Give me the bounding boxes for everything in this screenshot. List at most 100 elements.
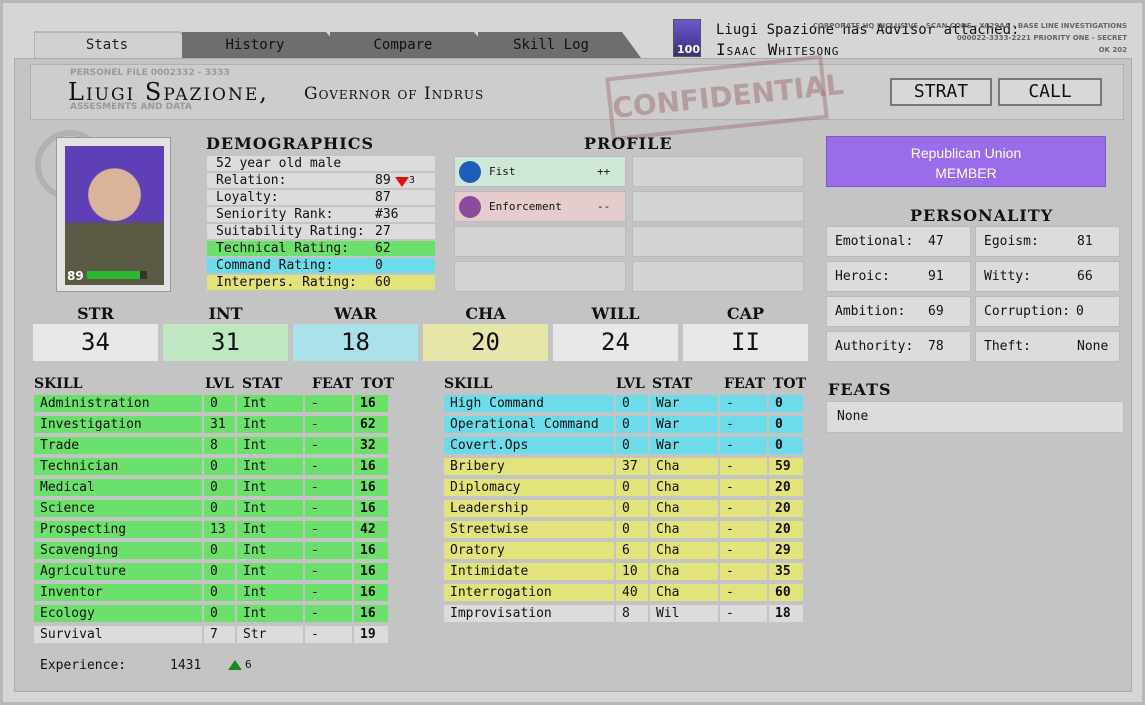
skill-stat-cell: Cha [650, 458, 718, 475]
faction-membership-badge[interactable]: Republican Union MEMBER [826, 136, 1106, 187]
feat-col-header: FEAT [312, 376, 354, 392]
tot-col-header: TOT [361, 376, 395, 392]
skill-skill-cell: Agriculture [34, 563, 202, 580]
personality-cell: Emotional: 47 [826, 226, 971, 257]
skill-feat-cell: - [720, 416, 767, 433]
tab-skill-log[interactable]: Skill Log [478, 30, 624, 60]
skill-lvl-cell: 13 [204, 521, 235, 538]
skill-lvl-cell: 0 [616, 437, 648, 454]
demographic-row: Command Rating: 0 [207, 258, 435, 273]
skill-skill-cell: Improvisation [444, 605, 614, 622]
stat-col-header: STAT [652, 376, 693, 392]
skill-lvl-cell: 7 [204, 626, 235, 643]
personality-value: 91 [928, 269, 944, 284]
skill-feat-cell: - [720, 458, 767, 475]
demographic-label: Loyalty: [216, 190, 279, 205]
skill-stat-cell: Int [237, 500, 303, 517]
character-name: Liugi Spazione, [68, 78, 269, 106]
skill-stat-cell: Int [237, 542, 303, 559]
demographic-row: Interpers. Rating: 60 [207, 275, 435, 290]
skill-stat-cell: Cha [650, 500, 718, 517]
skill-stat-cell: War [650, 416, 718, 433]
skill-lvl-cell: 10 [616, 563, 648, 580]
skill-feat-cell: - [305, 437, 352, 454]
experience-value: 1431 [170, 658, 202, 673]
strat-button[interactable]: STRAT [890, 78, 992, 106]
demographic-value: 27 [375, 224, 391, 239]
skill-lvl-cell: 0 [204, 605, 235, 622]
attribute-name: CAP [726, 304, 765, 323]
personality-label: Corruption: [984, 304, 1071, 319]
skill-stat-cell: Cha [650, 479, 718, 496]
personality-cell: Theft: None [975, 331, 1120, 362]
attribute-value-str: 34 [33, 324, 158, 361]
skill-tot-cell: 0 [769, 437, 803, 454]
skill-tot-cell: 35 [769, 563, 803, 580]
skill-tot-cell: 16 [354, 500, 388, 517]
skill-stat-cell: Int [237, 563, 303, 580]
skill-lvl-cell: 0 [204, 542, 235, 559]
skill-stat-cell: War [650, 437, 718, 454]
corporate-note-line: CORPORATE HQ INCLUSIVE - SCAN CODE - X02… [812, 22, 1127, 30]
character-title: Governor of Indrus [304, 84, 485, 104]
skill-tot-cell: 0 [769, 395, 803, 412]
skill-tot-cell: 20 [769, 479, 803, 496]
attribute-value-cha: 20 [423, 324, 548, 361]
tab-stats[interactable]: Stats [34, 30, 180, 60]
tot-col-header: TOT [773, 376, 807, 392]
skill-lvl-cell: 0 [204, 458, 235, 475]
demographic-row: Loyalty: 87 [207, 190, 435, 205]
demographic-label: Interpers. Rating: [216, 275, 357, 290]
skill-skill-cell: Interrogation [444, 584, 614, 601]
personality-value: 81 [1077, 234, 1093, 249]
experience-delta: 6 [245, 658, 252, 671]
skill-skill-cell: Administration [34, 395, 202, 412]
skill-feat-cell: - [305, 479, 352, 496]
skill-feat-cell: - [305, 521, 352, 538]
lvl-col-header: LVL [205, 376, 234, 392]
skill-feat-cell: - [720, 500, 767, 517]
profile-empty-slot [454, 261, 626, 292]
skill-tot-cell: 16 [354, 458, 388, 475]
tab-compare[interactable]: Compare [330, 30, 476, 60]
personality-cell: Egoism: 81 [975, 226, 1120, 257]
skill-tot-cell: 60 [769, 584, 803, 601]
demographic-value: #36 [375, 207, 399, 222]
skill-skill-cell: Ecology [34, 605, 202, 622]
profile-empty-slot [632, 226, 804, 257]
skill-tot-cell: 59 [769, 458, 803, 475]
personality-value: 0 [1076, 304, 1084, 319]
skill-stat-cell: Int [237, 584, 303, 601]
portrait-image [65, 146, 164, 285]
skill-stat-cell: Str [237, 626, 303, 643]
skill-lvl-cell: 0 [204, 584, 235, 601]
skill-skill-cell: Investigation [34, 416, 202, 433]
skill-skill-cell: Technician [34, 458, 202, 475]
personality-value: None [1077, 339, 1109, 354]
tab-history[interactable]: History [182, 30, 328, 60]
demographics-heading: DEMOGRAPHICS [206, 134, 375, 153]
skill-stat-cell: Int [237, 458, 303, 475]
profile-trait-enforcement[interactable]: Enforcement -- [454, 191, 626, 222]
profile-trait-fist[interactable]: Fist ++ [454, 156, 626, 187]
demographic-label: Technical Rating: [216, 241, 350, 256]
demographic-label: Seniority Rank: [216, 207, 334, 222]
skill-feat-cell: - [305, 416, 352, 433]
skill-lvl-cell: 40 [616, 584, 648, 601]
skill-skill-cell: Science [34, 500, 202, 517]
advisor-portrait[interactable]: 100 [673, 19, 701, 57]
attribute-name: STR [77, 304, 114, 323]
personel-file-label: PERSONEL FILE 0002332 - 3333 [70, 68, 230, 78]
call-button[interactable]: CALL [998, 78, 1102, 106]
demographic-value: 0 [375, 258, 383, 273]
skill-stat-cell: Int [237, 395, 303, 412]
skill-feat-cell: - [720, 479, 767, 496]
character-portrait[interactable]: 89 [56, 137, 171, 292]
skill-tot-cell: 19 [354, 626, 388, 643]
skill-feat-cell: - [305, 458, 352, 475]
corporate-note: CORPORATE HQ INCLUSIVE - SCAN CODE - X02… [813, 20, 1127, 56]
portrait-hp: 89 [67, 269, 84, 283]
skill-feat-cell: - [720, 542, 767, 559]
profile-trait-label: Fist [489, 165, 516, 178]
skill-skill-cell: Prospecting [34, 521, 202, 538]
